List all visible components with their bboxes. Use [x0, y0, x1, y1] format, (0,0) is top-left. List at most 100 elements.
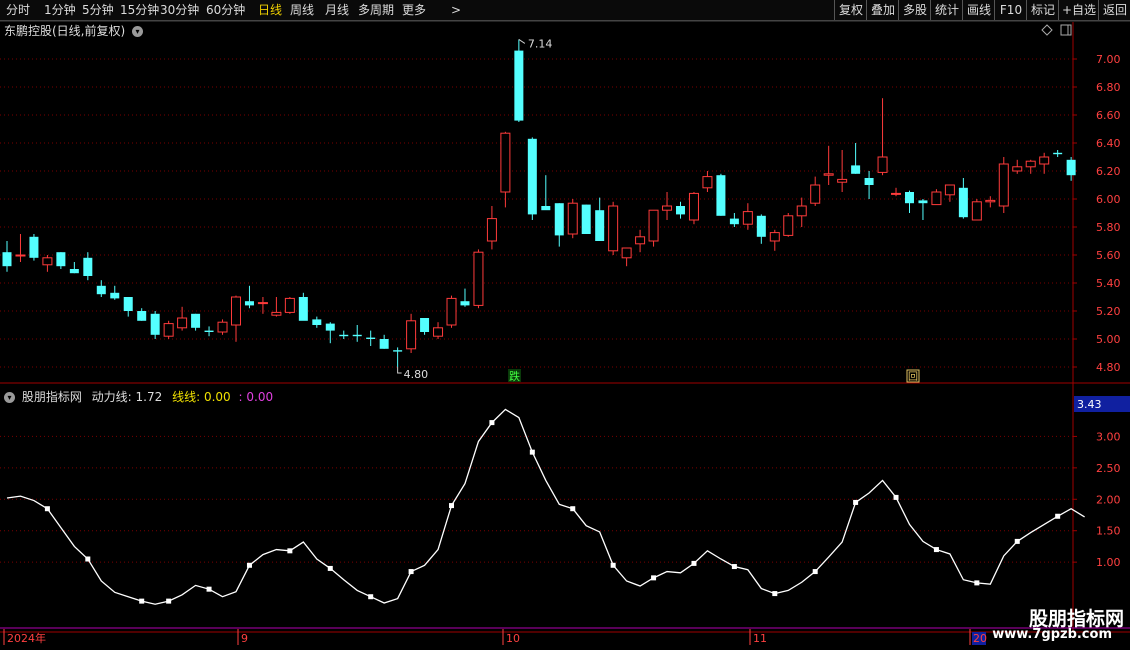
diamond-icon[interactable]	[1041, 24, 1053, 36]
candle-body[interactable]	[177, 317, 188, 329]
candle-body[interactable]	[676, 206, 685, 215]
candle-body[interactable]	[352, 334, 362, 337]
candle-body[interactable]	[298, 297, 308, 321]
candle-body[interactable]	[393, 350, 403, 352]
maximize-icon[interactable]	[1060, 24, 1072, 36]
candle-body[interactable]	[420, 318, 430, 332]
candle-body[interactable]	[635, 236, 646, 245]
candle-body[interactable]	[541, 206, 551, 211]
date-label: 9	[241, 632, 248, 645]
candle-body[interactable]	[621, 247, 632, 259]
candle-body[interactable]	[123, 297, 133, 311]
indicator-marker	[570, 506, 576, 512]
candle-body[interactable]	[944, 184, 955, 196]
candle-body[interactable]	[29, 236, 39, 258]
candle-body[interactable]	[366, 337, 376, 339]
indicator-marker	[812, 569, 818, 575]
candle-body[interactable]	[729, 218, 739, 225]
candle-body[interactable]	[716, 175, 726, 216]
candle-body[interactable]	[864, 178, 874, 185]
candle-body[interactable]	[163, 323, 174, 337]
candle-body[interactable]	[284, 297, 295, 313]
candle-body[interactable]	[96, 285, 106, 295]
candle-body[interactable]	[339, 334, 349, 337]
candle-body[interactable]	[769, 232, 780, 242]
candle-body[interactable]	[191, 313, 201, 328]
candle-body[interactable]	[56, 252, 66, 267]
candle-body[interactable]	[783, 215, 794, 236]
candle-body[interactable]	[554, 203, 564, 236]
candle-body[interactable]	[1066, 159, 1076, 176]
candle-body[interactable]	[608, 205, 619, 252]
candle-body[interactable]	[810, 184, 821, 204]
chart-canvas[interactable]: 7.00 6.80 6.60 6.40 6.20 6.00 5.80 5.60 5.40 5.20…	[0, 0, 1130, 650]
candle-body[interactable]	[527, 138, 537, 215]
date-label: 20	[973, 632, 987, 645]
candle-body[interactable]	[312, 319, 322, 325]
candle-body[interactable]	[891, 192, 902, 195]
candle-body[interactable]	[473, 251, 484, 306]
candle-body[interactable]	[918, 200, 928, 204]
candle-body[interactable]	[137, 311, 147, 321]
candle-body[interactable]	[110, 292, 120, 299]
indicator-marker	[529, 449, 535, 455]
candle-body[interactable]	[931, 191, 942, 206]
price-tick-label: 6.00	[1096, 193, 1121, 206]
candle-body[interactable]	[244, 301, 254, 306]
price-tick-label: 4.80	[1096, 361, 1121, 374]
indicator-marker	[1014, 538, 1020, 544]
indicator-marker	[408, 569, 414, 575]
candle-body[interactable]	[379, 339, 389, 349]
candle-body[interactable]	[514, 50, 524, 121]
candle-body[interactable]	[69, 269, 79, 274]
candle-body[interactable]	[958, 187, 968, 218]
candle-body[interactable]	[837, 178, 848, 183]
candle-body[interactable]	[851, 165, 861, 174]
candle-body[interactable]	[1039, 156, 1050, 165]
candle-body[interactable]	[230, 296, 241, 326]
watermark-url: www.7gpzb.com	[992, 627, 1112, 642]
candle-body[interactable]	[756, 215, 766, 237]
candle-body[interactable]	[662, 205, 673, 211]
candle-body[interactable]	[2, 252, 12, 267]
indicator-marker	[1055, 513, 1061, 519]
candle-body[interactable]	[406, 320, 417, 350]
candle-body[interactable]	[486, 218, 497, 242]
candle-body[interactable]	[204, 330, 214, 332]
indicator-marker	[893, 494, 899, 500]
candle-body[interactable]	[796, 205, 807, 217]
candle-body[interactable]	[446, 297, 457, 326]
candle-body[interactable]	[325, 323, 335, 331]
candle-body[interactable]	[567, 202, 578, 235]
candle-body[interactable]	[83, 257, 93, 276]
candle-body[interactable]	[904, 192, 914, 204]
candle-body[interactable]	[271, 311, 282, 316]
candle-body[interactable]	[460, 301, 470, 306]
candle-body[interactable]	[702, 176, 713, 189]
candle-body[interactable]	[581, 204, 591, 234]
candle-body[interactable]	[985, 199, 996, 203]
candle-body[interactable]	[971, 201, 982, 221]
candle-body[interactable]	[998, 163, 1009, 207]
candle-body[interactable]	[433, 327, 444, 337]
price-tick-label: 7.00	[1096, 53, 1121, 66]
candle-body[interactable]	[688, 192, 699, 221]
candle-body[interactable]	[15, 254, 26, 257]
candle-body[interactable]	[150, 313, 160, 335]
candle-body[interactable]	[1025, 160, 1036, 168]
signal-die: 跌	[509, 369, 520, 383]
candle-body[interactable]	[217, 321, 228, 333]
candle-body[interactable]	[1012, 166, 1023, 172]
indicator-tick-label: 3.00	[1096, 430, 1121, 443]
candle-body[interactable]	[500, 132, 511, 193]
candle-body[interactable]	[823, 173, 834, 176]
candle-body[interactable]	[595, 210, 605, 241]
candle-body[interactable]	[742, 211, 753, 225]
candle-body[interactable]	[877, 156, 888, 173]
candle-body[interactable]	[648, 209, 659, 242]
candle-body[interactable]	[42, 257, 53, 266]
candle-body[interactable]	[257, 302, 268, 305]
candle-body[interactable]	[1053, 152, 1063, 155]
indicator-marker	[246, 562, 252, 568]
indicator-tick-label: 2.50	[1096, 462, 1121, 475]
